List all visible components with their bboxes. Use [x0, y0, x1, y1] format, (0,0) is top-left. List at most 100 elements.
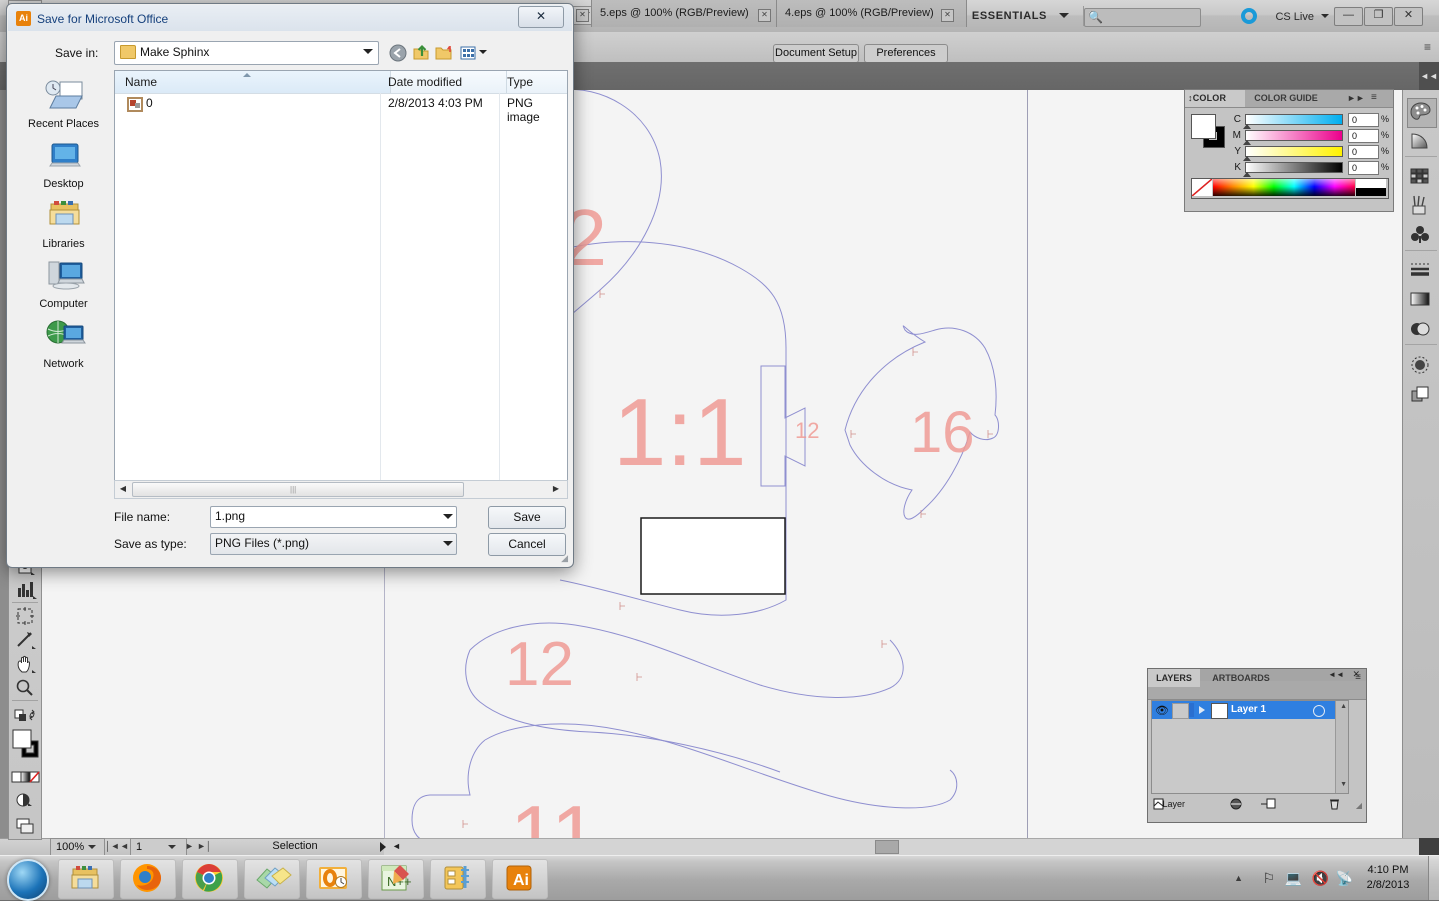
brushes-panel-icon[interactable] [1407, 192, 1435, 220]
place-recent-places[interactable]: Recent Places [16, 76, 111, 136]
panel-collapse-icon[interactable]: ►► [1347, 93, 1365, 103]
lock-toggle-cell[interactable] [1172, 703, 1189, 719]
tool-screen-mode-icon[interactable] [9, 813, 41, 837]
create-new-layer-icon[interactable] [1151, 797, 1166, 811]
network-tray-icon[interactable]: 💻 [1285, 870, 1302, 887]
channel-m-value[interactable]: 0 [1348, 129, 1379, 143]
next-artboard-button[interactable]: ► [185, 841, 194, 851]
chevron-down-icon[interactable] [1321, 14, 1329, 18]
place-network[interactable]: Network [16, 316, 111, 376]
channel-c-thumb[interactable] [1243, 124, 1251, 129]
windows-taskbar[interactable]: N++ Ai ▲ ⚐ 💻 🔇 📡 4:10 PM 2/8/2013 [0, 855, 1439, 901]
save-for-microsoft-office-dialog[interactable]: Ai Save for Microsoft Office ✕ Save in: … [6, 3, 574, 568]
place-desktop[interactable]: Desktop [16, 136, 111, 196]
tab-close-icon[interactable]: ✕ [758, 9, 771, 22]
tab-color[interactable]: ↕COLOR [1185, 90, 1245, 107]
status-tool-label[interactable]: Selection [205, 838, 385, 855]
fill-swatch[interactable] [1191, 114, 1216, 139]
channel-k-slider[interactable] [1245, 162, 1343, 173]
tab-layers[interactable]: LAYERS [1148, 669, 1200, 687]
make-clipping-mask-icon[interactable] [1229, 797, 1244, 811]
taskbar-winzip-button[interactable] [430, 859, 486, 899]
eye-icon[interactable]: 👁 [1155, 704, 1169, 717]
tab-close-icon[interactable]: ✕ [576, 9, 589, 22]
white-swatch[interactable] [1356, 179, 1386, 188]
start-button[interactable] [7, 859, 49, 901]
taskbar-clock[interactable]: 4:10 PM [1351, 863, 1425, 877]
file-name-cell[interactable]: 0 [146, 96, 153, 110]
show-desktop-button[interactable] [1428, 856, 1439, 900]
channel-y-thumb[interactable] [1243, 156, 1251, 161]
channel-c-slider[interactable] [1245, 114, 1343, 125]
transparency-panel-icon[interactable] [1407, 316, 1435, 344]
chevron-down-icon[interactable] [88, 845, 96, 849]
taskbar-outlook-button[interactable] [306, 859, 362, 899]
target-indicator-icon[interactable] [1313, 705, 1325, 717]
document-tab-4eps[interactable]: 4.eps @ 100% (RGB/Preview) [776, 0, 967, 27]
create-sublayer-icon[interactable] [1261, 797, 1276, 811]
scroll-left-icon[interactable]: ◀ [116, 482, 130, 495]
column-header-type[interactable]: Type [500, 71, 574, 93]
panel-collapse-icon[interactable]: ◄◄ [1419, 62, 1439, 90]
place-computer[interactable]: Computer [16, 256, 111, 316]
taskbar-explorer-button[interactable] [58, 859, 114, 899]
symbols-panel-icon[interactable] [1407, 222, 1435, 250]
document-setup-button[interactable]: Document Setup [773, 44, 859, 63]
channel-m-thumb[interactable] [1243, 140, 1251, 145]
tool-fill-stroke-swap-icon[interactable] [9, 703, 41, 727]
tool-zoom-icon[interactable] [9, 676, 41, 700]
resize-grip-icon[interactable]: ◢ [1356, 801, 1362, 810]
chevron-down-icon[interactable] [443, 541, 453, 546]
places-bar[interactable]: Recent Places Desktop Libraries Computer… [16, 70, 111, 482]
color-guide-panel-icon[interactable] [1407, 128, 1435, 156]
action-center-flag-icon[interactable]: ⚐ [1262, 870, 1275, 887]
file-list-row[interactable]: 0 2/8/2013 4:03 PM PNG image [115, 94, 567, 124]
panel-collapse-icon[interactable]: ◄◄ [1328, 670, 1344, 679]
taskbar-firefox-button[interactable] [120, 859, 176, 899]
layers-scrollbar[interactable] [1335, 701, 1348, 793]
black-swatch[interactable] [1356, 188, 1386, 196]
chevron-down-icon[interactable] [443, 514, 453, 519]
show-hidden-icons-button[interactable]: ▲ [1234, 873, 1243, 883]
tab-artboards[interactable]: ARTBOARDS [1202, 669, 1280, 687]
color-panel[interactable]: ↕COLOR COLOR GUIDE ►► ≡ C 0 % M 0 % Y 0 … [1184, 89, 1394, 212]
views-dropdown-icon[interactable] [458, 43, 480, 63]
layers-panel[interactable]: ◄◄ ✕ LAYERS ARTBOARDS ≡ 👁 Layer 1 ▲ ▼ 1 … [1147, 668, 1367, 823]
canvas-horizontal-scrollbar-thumb[interactable] [875, 840, 899, 854]
back-navigation-icon[interactable] [387, 43, 409, 63]
hscroll-left-arrow[interactable]: ◄ [392, 841, 401, 851]
gradient-panel-icon[interactable] [1407, 286, 1435, 314]
window-minimize-button[interactable]: — [1334, 7, 1363, 26]
workspace-switcher[interactable]: ESSENTIALS [972, 10, 1047, 22]
taskbar-sticky-notes-button[interactable] [244, 859, 300, 899]
tool-hand-icon[interactable] [9, 652, 41, 676]
right-panel-dock[interactable] [1402, 90, 1439, 838]
document-tab-5eps[interactable]: 5.eps @ 100% (RGB/Preview) [591, 0, 784, 27]
layer-row[interactable]: 👁 Layer 1 [1152, 701, 1348, 719]
dialog-close-button[interactable]: ✕ [518, 6, 564, 28]
swatches-panel-icon[interactable] [1407, 162, 1435, 190]
delete-layer-icon[interactable] [1327, 797, 1342, 811]
save-button[interactable]: Save [488, 506, 566, 529]
tool-column-graph-icon[interactable] [9, 578, 41, 602]
taskbar-notepadpp-button[interactable]: N++ [368, 859, 424, 899]
column-header-name[interactable]: Name [115, 71, 391, 93]
color-panel-icon[interactable] [1407, 98, 1437, 128]
taskbar-date[interactable]: 2/8/2013 [1351, 879, 1425, 891]
panel-menu-icon[interactable]: ≡ [1424, 40, 1431, 54]
channel-c-value[interactable]: 0 [1348, 113, 1379, 127]
taskbar-chrome-button[interactable] [182, 859, 238, 899]
scroll-up-icon[interactable]: ▲ [1340, 703, 1347, 710]
chevron-down-icon[interactable] [479, 50, 487, 54]
tab-color-guide[interactable]: COLOR GUIDE [1245, 90, 1327, 107]
window-maximize-button[interactable]: ❐ [1364, 7, 1393, 26]
cancel-button[interactable]: Cancel [488, 533, 566, 556]
tool-slice-icon[interactable] [9, 628, 41, 652]
new-folder-icon[interactable] [434, 43, 456, 63]
tool-artboard-icon[interactable] [9, 604, 41, 628]
fill-and-stroke-swatches[interactable] [9, 725, 41, 767]
channel-m-slider[interactable] [1245, 130, 1343, 141]
dialog-resize-grip-icon[interactable]: ◢ [561, 553, 568, 564]
window-close-button[interactable]: ✕ [1394, 7, 1423, 26]
chevron-down-icon[interactable] [363, 49, 373, 54]
